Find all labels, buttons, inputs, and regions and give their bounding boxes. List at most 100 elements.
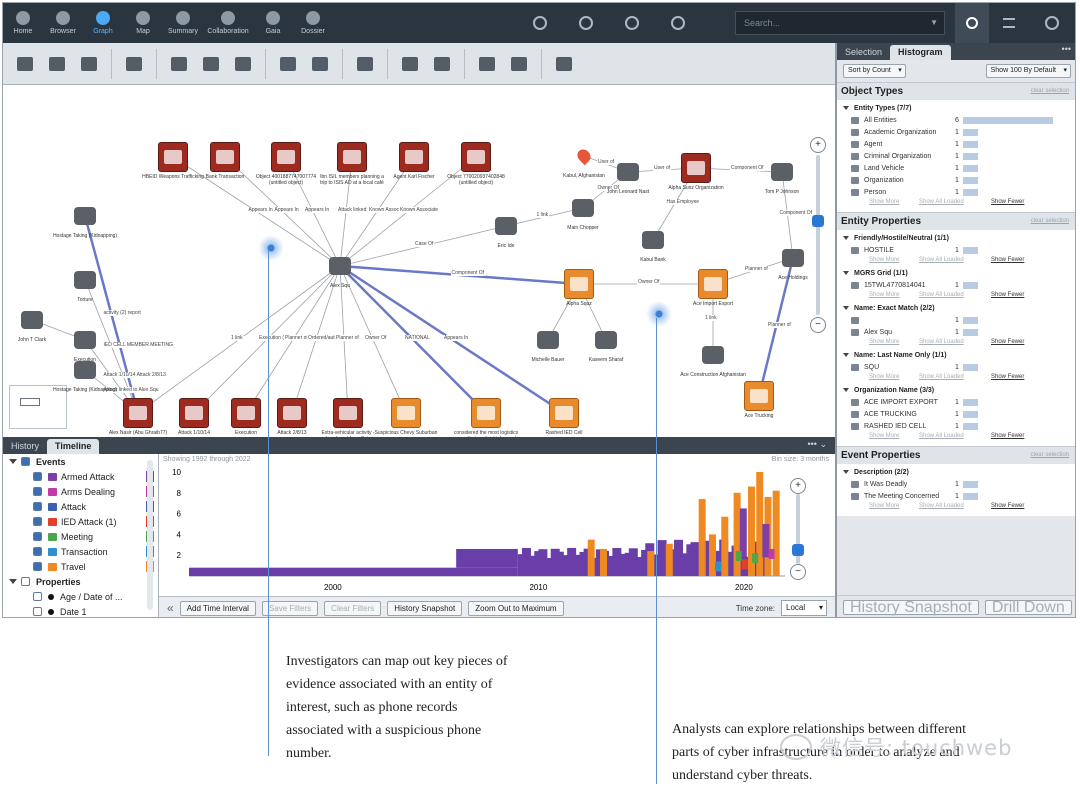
- event-checkbox[interactable]: [33, 562, 42, 571]
- graph-node[interactable]: [271, 142, 301, 172]
- collapse-icon[interactable]: [843, 106, 849, 110]
- timeline-bar[interactable]: [647, 551, 655, 576]
- overview-viewport[interactable]: [20, 398, 40, 406]
- timeline-bar[interactable]: [741, 559, 748, 570]
- link-options-button[interactable]: [428, 50, 456, 78]
- graph-node[interactable]: [277, 398, 307, 428]
- clear-selection-link[interactable]: clear selection: [1031, 452, 1069, 458]
- show-fewer-link[interactable]: Show Fewer: [991, 292, 1024, 298]
- show-fewer-link[interactable]: Show Fewer: [991, 503, 1024, 509]
- graph-node[interactable]: [491, 211, 521, 241]
- graph-node[interactable]: [698, 340, 728, 370]
- show-all-link[interactable]: Show All Loaded: [919, 257, 964, 263]
- add-person-button[interactable]: [11, 50, 39, 78]
- camera-icon[interactable]: [625, 16, 639, 30]
- collapse-icon[interactable]: [843, 306, 849, 310]
- graph-node[interactable]: [591, 325, 621, 355]
- show-more-link[interactable]: Show More: [869, 292, 899, 298]
- show-more-link[interactable]: Show More: [869, 503, 899, 509]
- events-group[interactable]: Events: [3, 454, 158, 469]
- event-checkbox[interactable]: [33, 472, 42, 481]
- collapse-icon[interactable]: [843, 271, 849, 275]
- sort-down-button[interactable]: [473, 50, 501, 78]
- upload-icon[interactable]: [579, 16, 593, 30]
- histogram-item[interactable]: ACE TRUCKING 1: [837, 408, 1075, 420]
- group-header[interactable]: Friendly/Hostile/Neutral (1/1): [837, 232, 1075, 244]
- zoom-out-icon[interactable]: −: [810, 317, 826, 333]
- timeline-bar[interactable]: [733, 492, 741, 576]
- grid-button[interactable]: [229, 50, 257, 78]
- graph-node[interactable]: [569, 141, 599, 171]
- nav-dossier[interactable]: Dossier: [293, 3, 333, 43]
- event-filter-armed-attack[interactable]: Armed Attack: [3, 469, 158, 484]
- show-more-link[interactable]: Show More: [869, 374, 899, 380]
- events-checkbox[interactable]: [21, 457, 30, 466]
- show-fewer-link[interactable]: Show Fewer: [991, 257, 1024, 263]
- sort-up-button[interactable]: [505, 50, 533, 78]
- histogram-item[interactable]: 1: [837, 314, 1075, 326]
- histogram-item[interactable]: Academic Organization 1: [837, 126, 1075, 138]
- select-button[interactable]: [306, 50, 334, 78]
- nav-map[interactable]: Map: [123, 3, 163, 43]
- nav-browser[interactable]: Browser: [43, 3, 83, 43]
- group-header[interactable]: Name: Exact Match (2/2): [837, 302, 1075, 314]
- timeline-bar[interactable]: [456, 548, 518, 568]
- event-checkbox[interactable]: [33, 502, 42, 511]
- property-filter[interactable]: Age / Date of ...: [3, 589, 158, 604]
- collapse-icon[interactable]: [843, 353, 849, 357]
- graph-node[interactable]: [568, 193, 598, 223]
- group-header[interactable]: Name: Last Name Only (1/1): [837, 349, 1075, 361]
- histogram-item[interactable]: Alex Squ 1: [837, 326, 1075, 338]
- collapse-icon[interactable]: [843, 388, 849, 392]
- histogram-item[interactable]: Person 1: [837, 186, 1075, 198]
- timezone-select[interactable]: Local: [781, 600, 827, 616]
- show-more-link[interactable]: Show More: [869, 199, 899, 205]
- graph-node[interactable]: [337, 142, 367, 172]
- tab-histogram[interactable]: Histogram: [890, 45, 951, 60]
- property-checkbox[interactable]: [33, 592, 42, 601]
- graph-node[interactable]: [564, 269, 594, 299]
- sort-select[interactable]: Sort by Count: [843, 64, 906, 78]
- timeline-bar[interactable]: [698, 499, 706, 576]
- search-button[interactable]: [955, 3, 989, 43]
- add-icon[interactable]: [533, 16, 547, 30]
- group-header[interactable]: Organization Name (3/3): [837, 384, 1075, 396]
- graph-node[interactable]: [70, 201, 100, 231]
- zoom-track[interactable]: [816, 155, 820, 315]
- timeline-bar[interactable]: [600, 548, 608, 576]
- properties-checkbox[interactable]: [21, 577, 30, 586]
- property-checkbox[interactable]: [33, 607, 42, 616]
- group-header[interactable]: Entity Types (7/7): [837, 102, 1075, 114]
- clear-selection-link[interactable]: clear selection: [1031, 218, 1069, 224]
- add-label-button[interactable]: [351, 50, 379, 78]
- timeline-bar[interactable]: [768, 548, 775, 559]
- graph-node[interactable]: [391, 398, 421, 428]
- graph-node[interactable]: [210, 142, 240, 172]
- timeline-bar[interactable]: [715, 561, 722, 572]
- show-fewer-link[interactable]: Show Fewer: [991, 339, 1024, 345]
- timeline-chart[interactable]: Showing 1992 through 2022 Bin size: 3 mo…: [159, 454, 835, 596]
- graph-node[interactable]: [533, 325, 563, 355]
- zoom-out-to-maximum-button[interactable]: Zoom Out to Maximum: [468, 600, 564, 616]
- histogram-item[interactable]: All Entities 6: [837, 114, 1075, 126]
- show-all-link[interactable]: Show All Loaded: [919, 433, 964, 439]
- events-scrollbar[interactable]: [147, 460, 153, 610]
- timeline-bar[interactable]: [708, 534, 716, 576]
- graph-node[interactable]: [549, 398, 579, 428]
- group-header[interactable]: Description (2/2): [837, 466, 1075, 478]
- collapse-left-icon[interactable]: «: [167, 601, 174, 615]
- graph-node[interactable]: [70, 355, 100, 385]
- nav-gaia[interactable]: Gaia: [253, 3, 293, 43]
- tab-selection[interactable]: Selection: [837, 45, 890, 60]
- graph-node[interactable]: [461, 142, 491, 172]
- add-time-interval-button[interactable]: Add Time Interval: [179, 600, 256, 616]
- zoom-in-icon[interactable]: +: [810, 137, 826, 153]
- collapse-icon[interactable]: [843, 470, 849, 474]
- event-filter-arms-dealing[interactable]: Arms Dealing: [3, 484, 158, 499]
- histogram-item[interactable]: HOSTILE 1: [837, 244, 1075, 256]
- show-all-link[interactable]: Show All Loaded: [919, 374, 964, 380]
- graph-node[interactable]: [471, 398, 501, 428]
- graph-node[interactable]: [778, 243, 808, 273]
- histogram-item[interactable]: Criminal Organization 1: [837, 150, 1075, 162]
- layout-button[interactable]: [165, 50, 193, 78]
